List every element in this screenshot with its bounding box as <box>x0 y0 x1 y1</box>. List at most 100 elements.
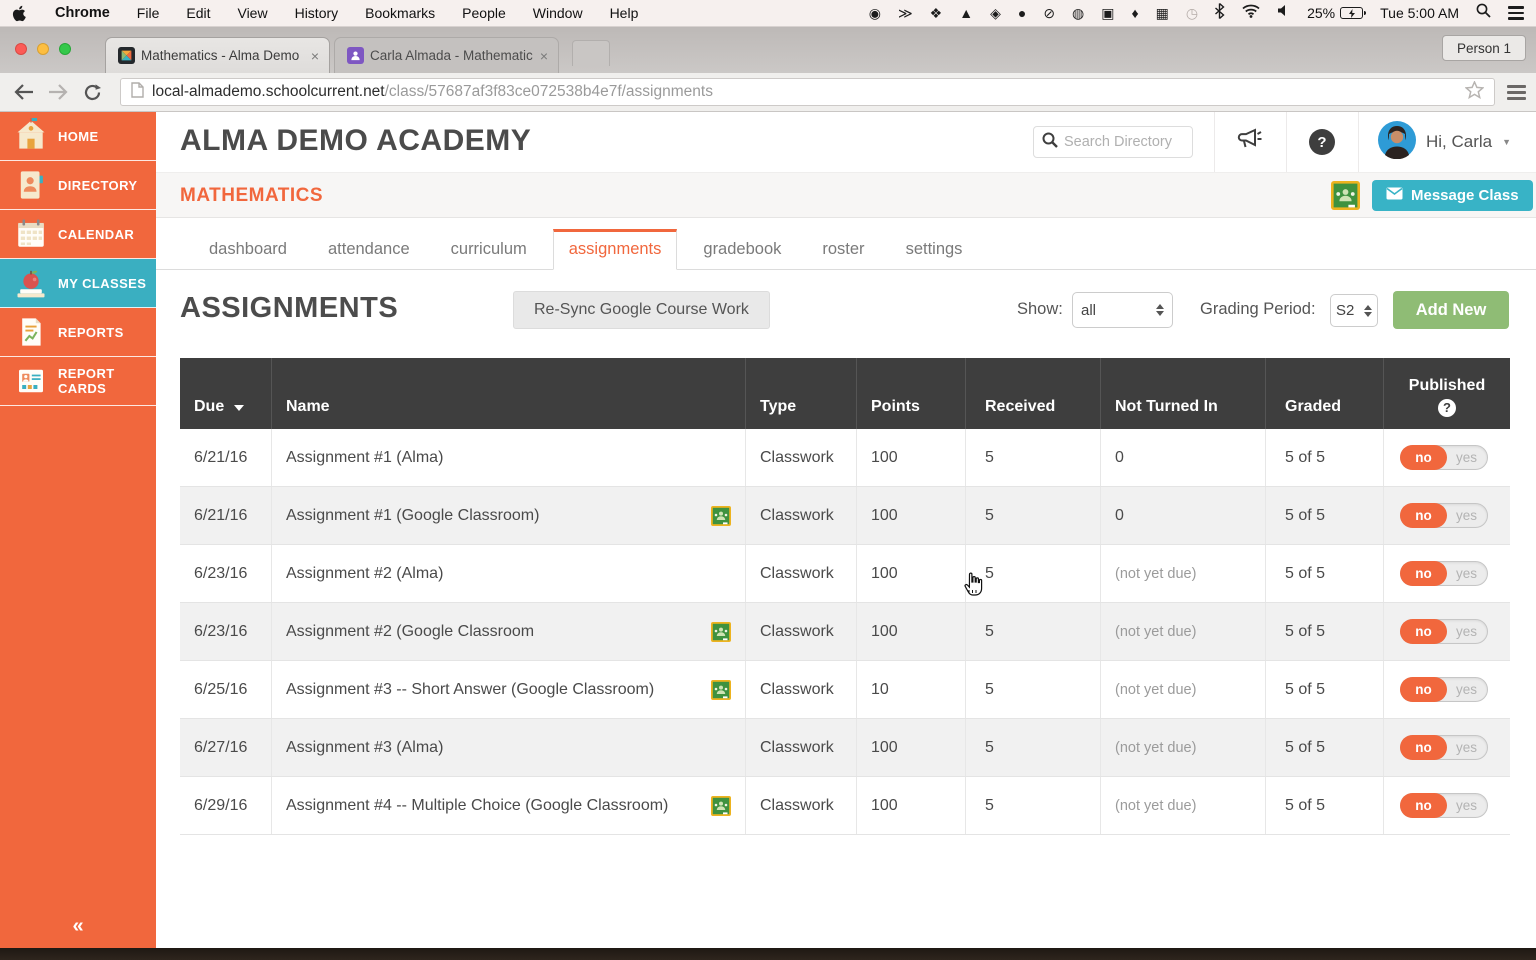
assignment-name-link[interactable]: Assignment #2 (Alma) <box>286 563 443 585</box>
close-window-button[interactable] <box>15 43 27 55</box>
column-header-not-turned-in[interactable]: Not Turned In <box>1101 358 1266 429</box>
chevrons-icon[interactable]: ≫ <box>898 6 913 20</box>
browser-menu-icon[interactable] <box>1507 84 1526 100</box>
add-new-button[interactable]: Add New <box>1393 291 1509 329</box>
sidebar-collapse-button[interactable]: « <box>0 915 156 938</box>
bookmark-star-icon[interactable] <box>1464 79 1485 104</box>
user-menu[interactable]: Hi, Carla ▼ <box>1378 112 1511 172</box>
new-tab-button[interactable] <box>572 40 610 66</box>
volume-icon[interactable] <box>1277 4 1290 22</box>
column-header-points[interactable]: Points <box>857 358 966 429</box>
flame-icon[interactable]: ♦ <box>1132 6 1139 20</box>
grading-period-select[interactable]: S2 <box>1330 294 1378 327</box>
search-input[interactable] <box>1064 134 1180 150</box>
address-bar[interactable]: local-almademo.schoolcurrent.net/class/5… <box>120 78 1495 106</box>
sidebar-item-home[interactable]: HOME <box>0 112 156 161</box>
browser-tab-mathematics[interactable]: Mathematics - Alma Demo × <box>105 37 330 73</box>
menu-item[interactable]: Window <box>533 5 583 21</box>
tab-dashboard[interactable]: dashboard <box>194 230 302 269</box>
toggle-no-label[interactable]: no <box>1400 445 1447 470</box>
tab-attendance[interactable]: attendance <box>313 230 425 269</box>
globe-icon[interactable]: ◍ <box>1072 6 1084 20</box>
menu-item[interactable]: Bookmarks <box>365 5 435 21</box>
toggle-yes-label[interactable]: yes <box>1446 504 1487 527</box>
screen-record-icon[interactable]: ◉ <box>869 6 881 20</box>
close-tab-icon[interactable]: × <box>540 48 548 64</box>
toggle-no-label[interactable]: no <box>1400 503 1447 528</box>
announcements-button[interactable] <box>1214 112 1286 172</box>
toggle-yes-label[interactable]: yes <box>1446 620 1487 643</box>
toggle-no-label[interactable]: no <box>1400 561 1447 586</box>
notification-center-icon[interactable] <box>1508 6 1524 20</box>
menu-item[interactable]: Chrome <box>55 5 110 21</box>
google-classroom-button[interactable] <box>1331 181 1360 210</box>
tab-gradebook[interactable]: gradebook <box>688 230 796 269</box>
tab-assignments[interactable]: assignments <box>552 229 678 270</box>
assignment-name-link[interactable]: Assignment #3 (Alma) <box>286 737 443 759</box>
assignment-name-link[interactable]: Assignment #4 -- Multiple Choice (Google… <box>286 795 668 817</box>
zoom-window-button[interactable] <box>59 43 71 55</box>
menu-item[interactable]: File <box>137 5 160 21</box>
menubar-clock[interactable]: Tue 5:00 AM <box>1380 5 1459 21</box>
assignment-name-link[interactable]: Assignment #3 -- Short Answer (Google Cl… <box>286 679 654 701</box>
menu-item[interactable]: Help <box>610 5 639 21</box>
column-header-received[interactable]: Received <box>966 358 1101 429</box>
published-help-icon[interactable]: ? <box>1438 399 1456 417</box>
apple-menu-icon[interactable] <box>12 5 26 22</box>
time-machine-icon[interactable]: ◷ <box>1186 6 1198 20</box>
published-toggle[interactable]: no yes <box>1400 503 1488 528</box>
assignment-name-link[interactable]: Assignment #1 (Google Classroom) <box>286 505 539 527</box>
tab-roster[interactable]: roster <box>807 230 879 269</box>
sidebar-item-directory[interactable]: DIRECTORY <box>0 161 156 210</box>
battery-indicator[interactable]: 25% <box>1307 5 1367 21</box>
reload-button[interactable] <box>78 78 106 106</box>
sidebar-item-report-cards[interactable]: REPORT CARDS <box>0 357 156 406</box>
column-header-due[interactable]: Due <box>180 358 272 429</box>
column-header-published[interactable]: Published? <box>1384 358 1510 429</box>
tab-settings[interactable]: settings <box>891 230 978 269</box>
column-header-graded[interactable]: Graded <box>1266 358 1384 429</box>
column-header-name[interactable]: Name <box>272 358 746 429</box>
bluetooth-icon[interactable] <box>1215 2 1225 24</box>
sidebar-item-reports[interactable]: REPORTS <box>0 308 156 357</box>
diamond-icon[interactable]: ◈ <box>990 6 1001 20</box>
close-tab-icon[interactable]: × <box>311 48 319 64</box>
published-toggle[interactable]: no yes <box>1400 677 1488 702</box>
menu-item[interactable]: History <box>295 5 339 21</box>
wifi-icon[interactable] <box>1242 4 1260 23</box>
toggle-no-label[interactable]: no <box>1400 619 1447 644</box>
slash-circle-icon[interactable]: ⊘ <box>1043 6 1055 20</box>
assignment-name-link[interactable]: Assignment #2 (Google Classroom <box>286 621 534 643</box>
published-toggle[interactable]: no yes <box>1400 561 1488 586</box>
published-toggle[interactable]: no yes <box>1400 735 1488 760</box>
sidebar-item-my-classes[interactable]: MY CLASSES <box>0 259 156 308</box>
toggle-yes-label[interactable]: yes <box>1446 678 1487 701</box>
toggle-no-label[interactable]: no <box>1400 677 1447 702</box>
browser-tab-carla[interactable]: Carla Almada - Mathematic × <box>334 37 559 73</box>
resync-google-button[interactable]: Re-Sync Google Course Work <box>513 291 770 329</box>
message-class-button[interactable]: Message Class <box>1372 180 1533 211</box>
toggle-yes-label[interactable]: yes <box>1446 562 1487 585</box>
assignment-name-link[interactable]: Assignment #1 (Alma) <box>286 447 443 469</box>
browser-profile-button[interactable]: Person 1 <box>1441 35 1526 61</box>
spotlight-icon[interactable] <box>1476 3 1491 23</box>
sidebar-item-calendar[interactable]: CALENDAR <box>0 210 156 259</box>
menu-item[interactable]: View <box>237 5 267 21</box>
show-select[interactable]: all <box>1072 292 1173 328</box>
help-button[interactable]: ? <box>1286 112 1358 172</box>
tab-curriculum[interactable]: curriculum <box>436 230 542 269</box>
elephant-app-icon[interactable]: ▣ <box>1101 6 1114 20</box>
drive-icon[interactable]: ▲ <box>959 6 973 20</box>
menu-item[interactable]: People <box>462 5 506 21</box>
back-button[interactable] <box>10 78 38 106</box>
published-toggle[interactable]: no yes <box>1400 445 1488 470</box>
minimize-window-button[interactable] <box>37 43 49 55</box>
directory-search[interactable] <box>1033 126 1193 158</box>
column-header-type[interactable]: Type <box>746 358 857 429</box>
published-toggle[interactable]: no yes <box>1400 793 1488 818</box>
toggle-no-label[interactable]: no <box>1400 793 1447 818</box>
toggle-no-label[interactable]: no <box>1400 735 1447 760</box>
keyboard-icon[interactable]: ▦ <box>1156 6 1169 20</box>
forward-button[interactable] <box>44 78 72 106</box>
bell-icon[interactable]: ● <box>1018 6 1026 20</box>
